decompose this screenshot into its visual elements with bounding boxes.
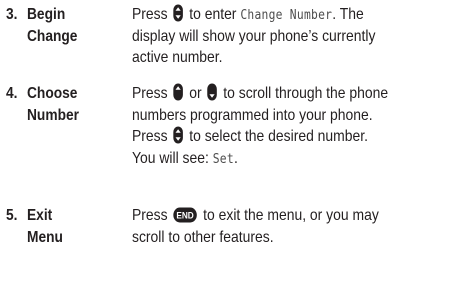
svg-text:END: END <box>177 210 195 221</box>
step-title-line: Exit <box>27 207 53 224</box>
display-text: Set <box>212 151 234 167</box>
step-body-line: Press to select the desired number. <box>132 126 368 145</box>
step-title-line: Number <box>27 106 79 124</box>
step-body-line: Press END to exit the menu, or you may <box>132 207 379 224</box>
step-title: Exit Menu <box>27 205 63 248</box>
step-title-line: Menu <box>27 228 63 246</box>
step-number: 3. <box>6 6 18 23</box>
step-title: Begin Change <box>27 4 77 47</box>
display-text: Change Number <box>240 8 333 23</box>
step-number: 5. <box>6 207 18 224</box>
scroll-down-key-icon <box>207 83 218 101</box>
step-title-line: Begin <box>27 6 66 23</box>
select-key-icon <box>173 4 184 22</box>
step-title-line: Choose <box>27 85 78 102</box>
step-body-line: display will show your phone’s currently <box>132 27 376 45</box>
scroll-up-key-icon <box>173 83 184 101</box>
step-number: 4. <box>6 85 18 102</box>
step-body-line: numbers programmed into your phone. <box>132 106 373 124</box>
step-title: Choose Number <box>27 83 79 126</box>
end-key-icon: END <box>173 207 198 223</box>
step-title-line: Change <box>27 27 78 45</box>
step-body: Press to enter Change Number. The display… <box>132 4 452 69</box>
step-body-line: active number. <box>132 49 223 66</box>
step-body: Press END to exit the menu, or you may sc… <box>132 205 452 248</box>
select-key-icon <box>173 126 184 144</box>
step-body-line: scroll to other features. <box>132 228 274 246</box>
step-body: Press or to scroll through the phone numb… <box>132 83 452 169</box>
step-body-line: Press to enter Change Number. The <box>132 4 364 23</box>
step-body-line: You will see: Set. <box>132 149 238 167</box>
step-body-line: Press or to scroll through the phone <box>132 83 389 102</box>
